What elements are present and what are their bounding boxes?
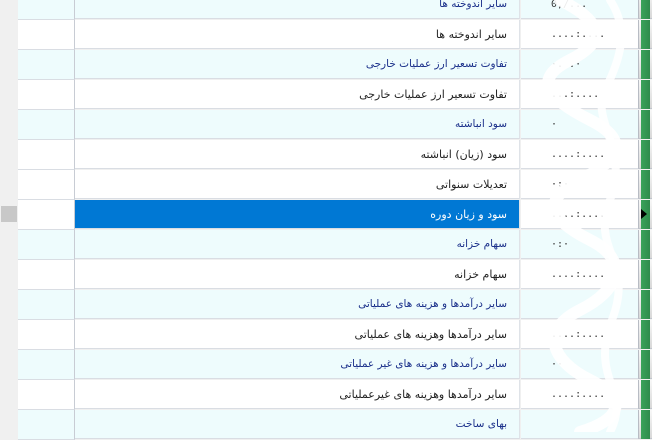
row-marker [641,320,650,349]
code-cell[interactable] [18,350,75,380]
value-cell[interactable]: · [521,110,638,139]
value-cell[interactable] [521,290,638,319]
row-selector[interactable] [638,80,652,109]
row-selector[interactable] [638,110,652,139]
title-cell[interactable]: بهای ساخت [75,410,520,439]
row-selector[interactable] [638,260,652,289]
value-cell[interactable] [521,410,638,439]
value-cell[interactable]: ....:.... [521,320,638,349]
row-selector[interactable] [638,0,652,19]
title-cell[interactable]: تعدیلات سنواتی [75,170,520,199]
row-selector[interactable] [638,20,652,49]
code-cell[interactable] [18,170,75,200]
row-selector[interactable] [638,380,652,409]
code-cell[interactable] [18,230,75,260]
value-cell[interactable]: ...:.... [521,80,638,109]
code-cell[interactable] [18,0,75,20]
code-cell[interactable] [18,320,75,350]
table-row[interactable]: سهام خزانه....:.... [0,260,652,290]
table-row[interactable]: تفاوت تسعیر ارز عملیات خارجی...:.... [0,80,652,110]
current-row-indicator-icon [641,209,647,219]
row-selector[interactable] [638,320,652,349]
code-cell[interactable] [18,260,75,290]
code-cell[interactable] [18,50,75,80]
value-cell[interactable]: ·· [521,350,638,379]
table-row[interactable]: سود (زیان) انباشته....:.... [0,140,652,170]
code-cell[interactable] [18,80,75,110]
row-selector[interactable] [638,230,652,259]
code-cell[interactable] [18,200,75,230]
title-cell[interactable]: سایر درآمدها وهزینه های غیرعملیاتی [75,380,520,409]
row-selector[interactable] [638,50,652,79]
title-cell[interactable]: تفاوت تسعیر ارز عملیات خارجی [75,80,520,109]
table-row[interactable]: سایر اندوخته ها....:.... [0,20,652,50]
row-selector[interactable] [638,170,652,199]
row-selector[interactable] [638,140,652,169]
table-row[interactable]: سایر درآمدها وهزینه های عملیاتی....:.... [0,320,652,350]
title-cell[interactable]: سایر اندوخته ها [75,0,520,19]
title-cell[interactable]: سود (زیان) انباشته [75,140,520,169]
title-cell[interactable]: سهام خزانه [75,260,520,289]
selected-row[interactable]: سود و زیان دوره....:.... [0,200,652,230]
table-row[interactable]: تعدیلات سنواتی ·:· [0,170,652,200]
value-cell[interactable]: ....:.... [521,200,638,229]
row-selector[interactable] [638,290,652,319]
code-cell[interactable] [18,110,75,140]
value-cell[interactable]: ....:.... [521,140,638,169]
row-marker [641,50,650,79]
value-cell[interactable]: 0,/... [521,0,638,19]
value-cell[interactable]: ....:.... [521,20,638,49]
title-cell[interactable]: سود انباشته [75,110,520,139]
title-cell[interactable]: سایر درآمدها و هزینه های غیر عملیاتی [75,350,520,379]
title-cell[interactable]: سهام خزانه [75,230,520,259]
table-row[interactable]: سایر درآمدها وهزینه های غیرعملیاتی....:.… [0,380,652,410]
row-marker [641,110,650,139]
row-marker [641,290,650,319]
group-header-row[interactable]: سایر درآمدها و هزینه های عملیاتی [0,290,652,320]
row-marker [641,380,650,409]
row-marker [641,230,650,259]
title-cell[interactable]: سایر اندوخته ها [75,20,520,49]
code-cell[interactable] [18,410,75,440]
title-cell[interactable]: سایر درآمدها و هزینه های عملیاتی [75,290,520,319]
row-selector[interactable] [638,350,652,379]
group-header-row[interactable]: سایر درآمدها و هزینه های غیر عملیاتی ·· [0,350,652,380]
row-marker [641,260,650,289]
code-cell[interactable] [18,290,75,320]
value-cell[interactable]: ·:· [521,170,638,199]
group-header-row[interactable]: تفاوت تسعیر ارز عملیات خارجی ·. .· [0,50,652,80]
code-cell[interactable] [18,140,75,170]
title-cell[interactable]: سایر درآمدها وهزینه های عملیاتی [75,320,520,349]
row-marker [641,410,650,439]
title-cell[interactable]: سود و زیان دوره [75,200,520,229]
title-cell[interactable]: تفاوت تسعیر ارز عملیات خارجی [75,50,520,79]
group-header-row[interactable]: سایر اندوخته ها 0,/... [0,0,652,20]
row-marker [641,140,650,169]
row-selector[interactable] [638,410,652,439]
row-marker [641,0,650,19]
row-marker [641,170,650,199]
group-header-row[interactable]: بهای ساخت [0,410,652,440]
code-cell[interactable] [18,380,75,410]
group-header-row[interactable]: سود انباشته · [0,110,652,140]
value-cell[interactable]: ·:· [521,230,638,259]
row-marker [641,20,650,49]
code-cell[interactable] [18,20,75,50]
value-cell[interactable]: ·. .· [521,50,638,79]
row-marker [641,80,650,109]
row-marker [641,350,650,379]
value-cell[interactable]: ....:.... [521,380,638,409]
group-header-row[interactable]: سهام خزانه ·:· [0,230,652,260]
value-cell[interactable]: ....:.... [521,260,638,289]
